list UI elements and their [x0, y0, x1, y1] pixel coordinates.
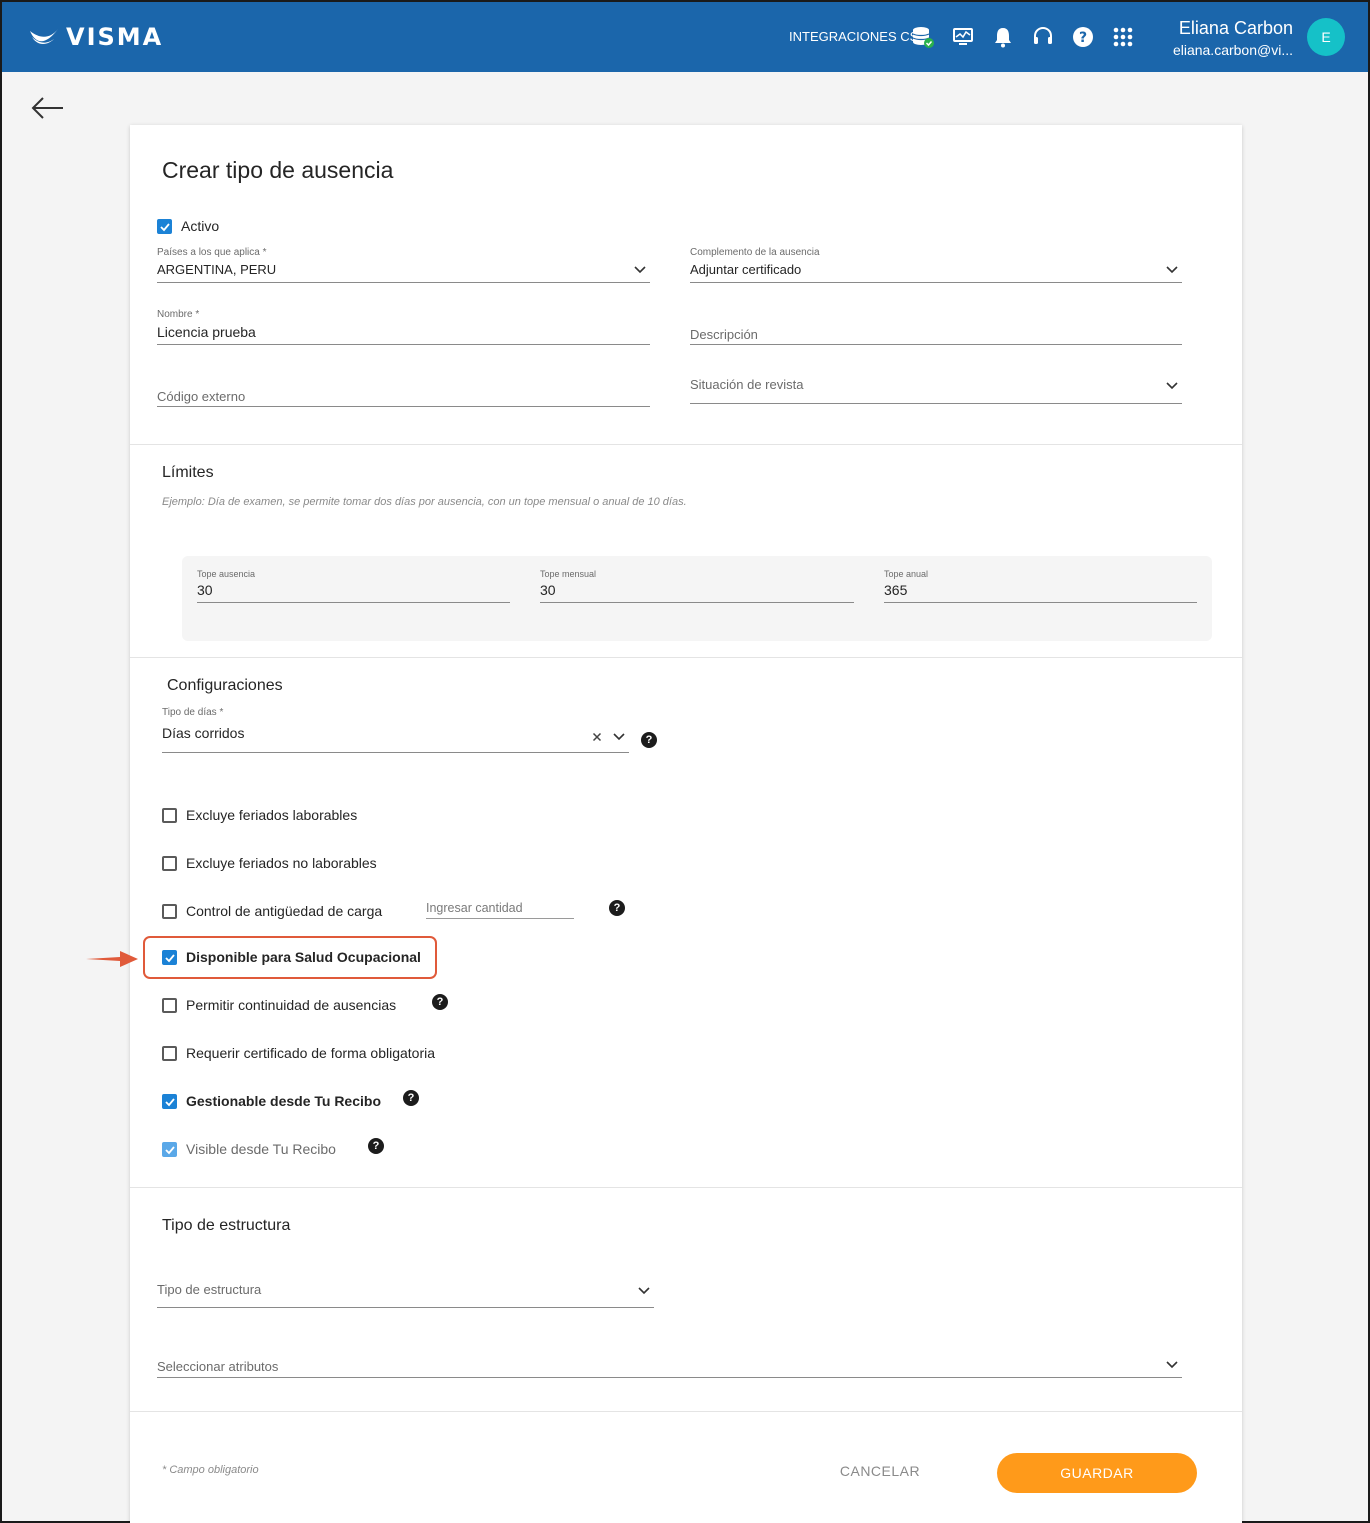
complemento-value: Adjuntar certificado — [690, 262, 802, 277]
activo-checkbox[interactable] — [157, 219, 172, 234]
required-note: * Campo obligatorio — [162, 1464, 259, 1476]
form-card: Crear tipo de ausencia Activo Países a l… — [130, 125, 1242, 1523]
tope-anual-value: 365 — [884, 582, 908, 598]
database-status-icon[interactable] — [910, 24, 936, 50]
logo-text: VISMA — [66, 23, 164, 51]
cancel-button[interactable]: CANCELAR — [820, 1463, 940, 1483]
integrations-link[interactable]: INTEGRACIONES CS — [789, 29, 918, 44]
svg-text:?: ? — [1079, 30, 1087, 46]
excluye-feriados-laborables-label: Excluye feriados laborables — [186, 807, 358, 823]
activo-label: Activo — [181, 218, 220, 234]
situacion-revista-placeholder: Situación de revista — [690, 377, 804, 392]
cantidad-placeholder: Ingresar cantidad — [426, 901, 523, 915]
tipo-estructura-select[interactable]: Tipo de estructura — [157, 1273, 654, 1308]
tipo-dias-label: Tipo de días * — [162, 707, 224, 718]
monitor-icon[interactable] — [950, 24, 976, 50]
gestionable-tu-recibo-label: Gestionable desde Tu Recibo — [186, 1093, 382, 1109]
visma-swoosh-icon — [30, 29, 58, 44]
help-icon[interactable]: ? — [1070, 24, 1096, 50]
salud-ocupacional-checkbox[interactable] — [162, 950, 177, 965]
control-antiguedad-label: Control de antigüedad de carga — [186, 903, 383, 919]
tipo-dias-help-icon[interactable]: ? — [641, 732, 657, 748]
tope-mensual-value: 30 — [540, 582, 556, 598]
tope-anual-field[interactable]: Tope anual 365 — [884, 569, 1197, 603]
atributos-placeholder: Seleccionar atributos — [157, 1359, 279, 1374]
apps-grid-icon[interactable] — [1110, 24, 1136, 50]
tope-mensual-label: Tope mensual — [540, 569, 597, 579]
descripcion-placeholder: Descripción — [690, 327, 758, 342]
chevron-down-icon[interactable] — [613, 733, 625, 741]
section-divider — [130, 1411, 1242, 1412]
visible-tu-recibo-label: Visible desde Tu Recibo — [186, 1141, 336, 1157]
cantidad-input[interactable]: Ingresar cantidad — [426, 898, 574, 919]
excluye-feriados-laborables-checkbox[interactable] — [162, 808, 177, 823]
limites-box: Tope ausencia 30 Tope mensual 30 Tope an… — [182, 556, 1212, 641]
complemento-select[interactable]: Complemento de la ausencia Adjuntar cert… — [690, 245, 1182, 283]
section-divider — [130, 1187, 1242, 1188]
nombre-value: Licencia prueba — [157, 324, 256, 340]
tipo-estructura-placeholder: Tipo de estructura — [157, 1282, 262, 1297]
control-antiguedad-help-icon[interactable]: ? — [609, 900, 625, 916]
continuidad-ausencias-help-icon[interactable]: ? — [432, 994, 448, 1010]
gestionable-tu-recibo-help-icon[interactable]: ? — [403, 1090, 419, 1106]
visible-tu-recibo-checkbox[interactable] — [162, 1142, 177, 1157]
nombre-field[interactable]: Nombre * Licencia prueba — [157, 307, 650, 345]
configuraciones-title: Configuraciones — [167, 677, 283, 694]
tipo-dias-value: Días corridos — [162, 725, 245, 741]
page-title: Crear tipo de ausencia — [162, 157, 394, 183]
tope-anual-label: Tope anual — [884, 569, 929, 579]
tope-ausencia-value: 30 — [197, 582, 213, 598]
chevron-down-icon — [1166, 382, 1178, 390]
excluye-feriados-no-laborables-label: Excluye feriados no laborables — [186, 855, 377, 871]
continuidad-ausencias-label: Permitir continuidad de ausencias — [186, 997, 397, 1013]
arrow-left-icon — [31, 97, 63, 119]
top-navigation-bar: VISMA INTEGRACIONES CS ? Eliana Carbon e… — [2, 2, 1368, 72]
section-divider — [130, 444, 1242, 445]
limites-title: Límites — [162, 464, 214, 481]
continuidad-ausencias-checkbox[interactable] — [162, 998, 177, 1013]
tope-ausencia-field[interactable]: Tope ausencia 30 — [197, 569, 510, 603]
paises-value: ARGENTINA, PERU — [157, 262, 277, 277]
nombre-label: Nombre * — [157, 309, 200, 320]
visma-logo[interactable]: VISMA — [28, 23, 164, 51]
control-antiguedad-checkbox[interactable] — [162, 904, 177, 919]
codigo-externo-field[interactable]: Código externo — [157, 369, 650, 407]
chevron-down-icon — [1166, 266, 1178, 274]
excluye-feriados-no-laborables-checkbox[interactable] — [162, 856, 177, 871]
avatar[interactable]: E — [1307, 18, 1345, 56]
salud-ocupacional-label: Disponible para Salud Ocupacional — [186, 949, 421, 965]
tope-ausencia-label: Tope ausencia — [197, 569, 256, 579]
limites-hint: Ejemplo: Día de examen, se permite tomar… — [162, 496, 687, 508]
codigo-externo-placeholder: Código externo — [157, 389, 246, 404]
estructura-title: Tipo de estructura — [162, 1217, 291, 1234]
chevron-down-icon — [1166, 1361, 1178, 1369]
atributos-select[interactable]: Seleccionar atributos — [157, 1350, 1182, 1378]
chevron-down-icon — [638, 1287, 650, 1295]
chevron-down-icon — [634, 266, 646, 274]
back-button[interactable] — [30, 94, 66, 122]
descripcion-field[interactable]: Descripción — [690, 307, 1182, 345]
requerir-certificado-checkbox[interactable] — [162, 1046, 177, 1061]
tipo-dias-select[interactable]: Tipo de días * Días corridos — [162, 705, 629, 753]
clear-icon[interactable] — [592, 732, 602, 742]
requerir-certificado-label: Requerir certificado de forma obligatori… — [186, 1045, 436, 1061]
complemento-label: Complemento de la ausencia — [690, 247, 820, 258]
headset-icon[interactable] — [1030, 24, 1056, 50]
annotation-arrow-icon — [86, 951, 138, 967]
save-button[interactable]: GUARDAR — [997, 1453, 1197, 1493]
bell-icon[interactable] — [990, 24, 1016, 50]
section-divider — [130, 657, 1242, 658]
paises-select[interactable]: Países a los que aplica * ARGENTINA, PER… — [157, 245, 650, 283]
user-email[interactable]: eliana.carbon@vi... — [1172, 42, 1293, 58]
situacion-revista-select[interactable]: Situación de revista — [690, 369, 1182, 404]
paises-label: Países a los que aplica * — [157, 247, 267, 258]
visible-tu-recibo-help-icon[interactable]: ? — [368, 1138, 384, 1154]
tope-mensual-field[interactable]: Tope mensual 30 — [540, 569, 854, 603]
user-name[interactable]: Eliana Carbon — [1172, 18, 1293, 39]
gestionable-tu-recibo-checkbox[interactable] — [162, 1094, 177, 1109]
